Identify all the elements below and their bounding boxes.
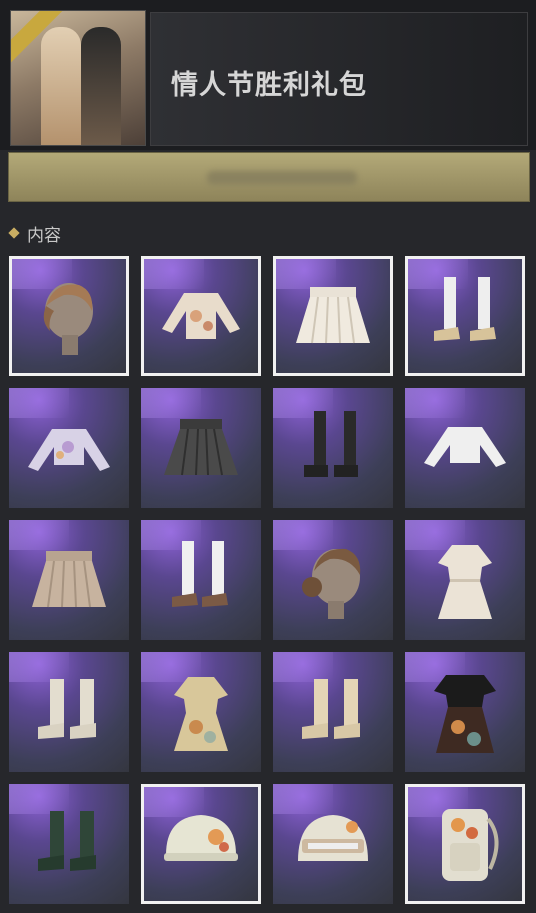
title-panel: 情人节胜利礼包 (150, 12, 528, 146)
white-socks-loafers-icon (434, 277, 496, 341)
bundle-header: 情人节胜利礼包 (0, 0, 536, 150)
green-ankle-boots-icon (38, 811, 96, 871)
contents-section-header: 内容 (8, 220, 61, 246)
white-dress-icon (438, 545, 492, 619)
floral-dress-icon (174, 677, 228, 751)
female-hair-bun-icon (302, 548, 361, 619)
item-tile[interactable] (405, 652, 525, 772)
white-pleated-skirt-icon (296, 287, 370, 344)
floral-crop-top-icon (162, 293, 240, 339)
item-tile[interactable] (273, 388, 393, 508)
white-socks-brown-loafers-icon (172, 541, 228, 607)
item-tile[interactable] (141, 652, 261, 772)
item-tile[interactable] (405, 256, 525, 376)
black-top-floral-skirt-icon (434, 675, 496, 753)
black-pleated-skirt-icon (164, 419, 238, 476)
item-tile[interactable] (9, 652, 129, 772)
model-figure-1 (41, 27, 81, 145)
item-tile[interactable] (141, 388, 261, 508)
black-knee-boots-icon (304, 411, 358, 477)
contents-label: 内容 (27, 225, 61, 246)
floral-backpack-icon (442, 809, 499, 881)
bundle-thumbnail (10, 10, 146, 146)
item-tile[interactable] (405, 784, 525, 904)
cream-ankle-boots-icon (302, 679, 360, 739)
item-tile[interactable] (141, 520, 261, 640)
item-tile[interactable] (141, 256, 261, 376)
item-tile[interactable] (273, 784, 393, 904)
item-tile[interactable] (9, 520, 129, 640)
item-tile[interactable] (273, 256, 393, 376)
floral-helmet-icon (164, 815, 238, 861)
item-tile[interactable] (273, 520, 393, 640)
female-hair-braid-icon (43, 283, 93, 355)
white-crop-top-icon (424, 427, 506, 467)
item-tile[interactable] (141, 784, 261, 904)
floral-visor-helmet-icon (298, 815, 368, 861)
item-tile[interactable] (273, 652, 393, 772)
item-tile[interactable] (9, 388, 129, 508)
item-tile[interactable] (405, 388, 525, 508)
diamond-icon (8, 227, 20, 239)
blurred-text (207, 171, 357, 185)
bundle-title: 情人节胜利礼包 (171, 70, 367, 101)
white-ankle-boots-icon (38, 679, 96, 739)
floral-long-sleeve-top-icon (28, 429, 110, 471)
item-tile[interactable] (405, 520, 525, 640)
model-figure-2 (81, 27, 121, 145)
item-tile[interactable] (9, 784, 129, 904)
beige-pleated-skirt-icon (32, 551, 106, 608)
contents-grid (9, 256, 525, 904)
item-tile[interactable] (9, 256, 129, 376)
bundle-banner (8, 152, 530, 202)
